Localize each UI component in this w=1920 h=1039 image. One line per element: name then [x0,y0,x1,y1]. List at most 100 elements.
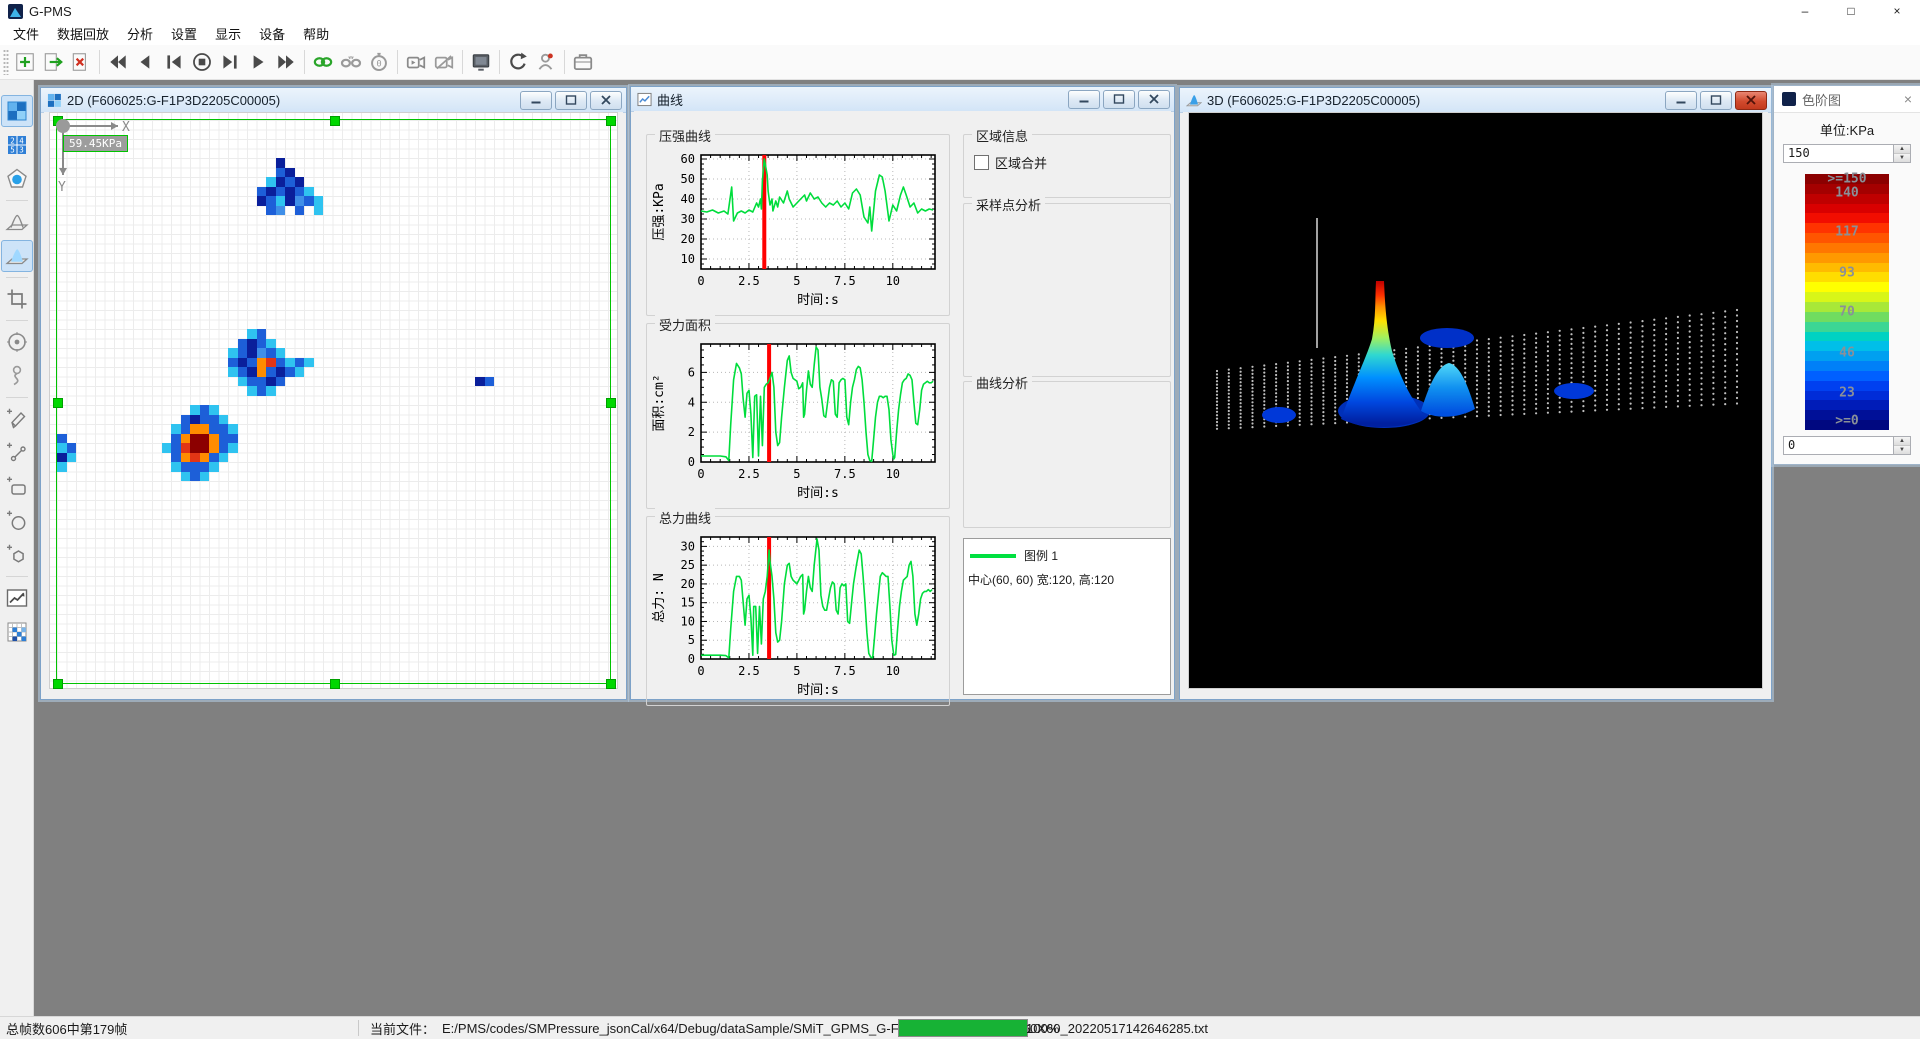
colorbar-band [1805,292,1889,302]
selection-handle[interactable] [330,679,340,689]
sidebar-draw-circle-button[interactable] [1,505,33,537]
pressure-cell [238,348,248,358]
colorbar-min-spinbox[interactable]: 0 ▲▼ [1783,436,1911,455]
pressure-grid-2d[interactable]: X Y 59.45KPa [49,112,618,689]
tool-sidebar: 2453 [0,80,34,1016]
step-back-button[interactable] [132,48,160,76]
display-button[interactable] [467,48,495,76]
spin-down-icon: ▼ [1894,154,1910,162]
link-button[interactable] [309,48,337,76]
window-3d-titlebar[interactable]: 3D (F606025:G-F1P3D2205C00005) [1180,88,1771,113]
sidebar-target-button[interactable] [1,326,33,358]
selection-handle[interactable] [53,679,63,689]
pressure-cell [190,462,200,472]
minimize-window-button[interactable] [520,91,552,110]
pressure-cell [247,329,257,339]
unlink-button[interactable] [337,48,365,76]
calibrate-user-button[interactable] [532,48,560,76]
pressure-cell [181,415,191,425]
sidebar-trend-chart-button[interactable] [1,582,33,614]
draw-rect-icon [5,475,29,499]
menu-数据回放[interactable]: 数据回放 [48,21,118,46]
svg-text:0: 0 [697,664,704,678]
groupbox-curve-analysis: 曲线分析 [963,381,1171,528]
colorbar-max-spinners[interactable]: ▲▼ [1893,145,1910,162]
maximize-window-button[interactable] [555,91,587,110]
pressure-chart[interactable]: 10203040506002.557.510时间:s压强:KPa [649,141,947,313]
menu-设置[interactable]: 设置 [162,21,206,46]
maximize-button[interactable]: □ [1828,0,1874,22]
minimize-window-button[interactable] [1665,91,1697,110]
target-icon [5,330,29,354]
pressure-cell [190,443,200,453]
colorbar-band [1805,282,1889,292]
menu-显示[interactable]: 显示 [206,21,250,46]
selection-handle[interactable] [606,116,616,126]
menu-设备[interactable]: 设备 [250,21,294,46]
close-window-button[interactable] [1138,90,1170,109]
record-button[interactable] [402,48,430,76]
add-button[interactable] [11,48,39,76]
skip-end-button[interactable] [216,48,244,76]
fast-forward-button[interactable] [272,48,300,76]
menu-帮助[interactable]: 帮助 [294,21,338,46]
merge-regions-option[interactable]: 区域合并 [974,153,1047,172]
app-icon [8,4,23,19]
colorbar-max-spinbox[interactable]: 150 ▲▼ [1783,144,1911,163]
sidebar-surface-wireframe-button[interactable] [1,206,33,238]
colorbar-titlebar[interactable]: 色阶图 × [1774,86,1920,113]
record-off-button[interactable] [430,48,458,76]
skip-start-button[interactable] [160,48,188,76]
menu-文件[interactable]: 文件 [4,21,48,46]
selection-handle[interactable] [606,679,616,689]
sidebar-draw-rect-button[interactable] [1,471,33,503]
timer-button[interactable]: 0 [365,48,393,76]
area-chart[interactable]: 024602.557.510时间:s面积:cm² [649,330,947,506]
close-button[interactable]: × [1874,0,1920,22]
merge-regions-checkbox[interactable] [974,155,989,170]
sidebar-view-values-button[interactable]: 2453 [1,129,33,161]
window-2d-titlebar[interactable]: 2D (F606025:G-F1P3D2205C00005) [41,88,626,113]
sidebar-draw-hexagon-button[interactable] [1,539,33,571]
close-window-button[interactable] [1735,91,1767,110]
svg-text:时间:s: 时间:s [797,486,839,501]
sidebar-draw-pencil-button[interactable] [1,403,33,435]
pressure-cell [285,367,295,377]
sidebar-view-2d-button[interactable] [1,95,33,127]
maximize-window-button[interactable] [1103,90,1135,109]
colorbar-min-spinners[interactable]: ▲▼ [1893,437,1910,454]
window-3d-title: 3D (F606025:G-F1P3D2205C00005) [1207,93,1420,108]
minimize-button[interactable]: – [1782,0,1828,22]
force-chart[interactable]: 05101520253002.557.510时间:s总力: N [649,523,947,703]
refresh-button[interactable] [504,48,532,76]
current-file-label: 当前文件： [370,1019,435,1038]
selection-handle[interactable] [53,398,63,408]
close-window-button[interactable] [590,91,622,110]
svg-text:0: 0 [376,59,381,69]
toolbar-drag-handle[interactable] [3,49,9,75]
sidebar-surface-3d-button[interactable] [1,240,33,272]
menu-分析[interactable]: 分析 [118,21,162,46]
export-frame-button[interactable] [39,48,67,76]
export-frame-icon [42,51,64,73]
sidebar-draw-line-button[interactable] [1,437,33,469]
selection-handle[interactable] [606,398,616,408]
minimize-window-button[interactable] [1068,90,1100,109]
pressure-cell [190,453,200,463]
window-curves-titlebar[interactable]: 曲线 [631,87,1174,112]
sidebar-route-button[interactable] [1,360,33,392]
colorbar-close-icon[interactable]: × [1904,91,1912,107]
sidebar-view-region-button[interactable] [1,163,33,195]
archive-button[interactable] [569,48,597,76]
sidebar-crop-button[interactable] [1,283,33,315]
sidebar-pixel-grid-button[interactable] [1,616,33,648]
play-button[interactable] [244,48,272,76]
stop-button[interactable] [188,48,216,76]
maximize-window-button[interactable] [1700,91,1732,110]
delete-frame-button[interactable] [67,48,95,76]
scene-3d-canvas[interactable] [1188,112,1763,689]
selection-handle[interactable] [330,116,340,126]
rewind-button[interactable] [104,48,132,76]
pressure-cell [190,424,200,434]
pressure-cell [257,329,267,339]
